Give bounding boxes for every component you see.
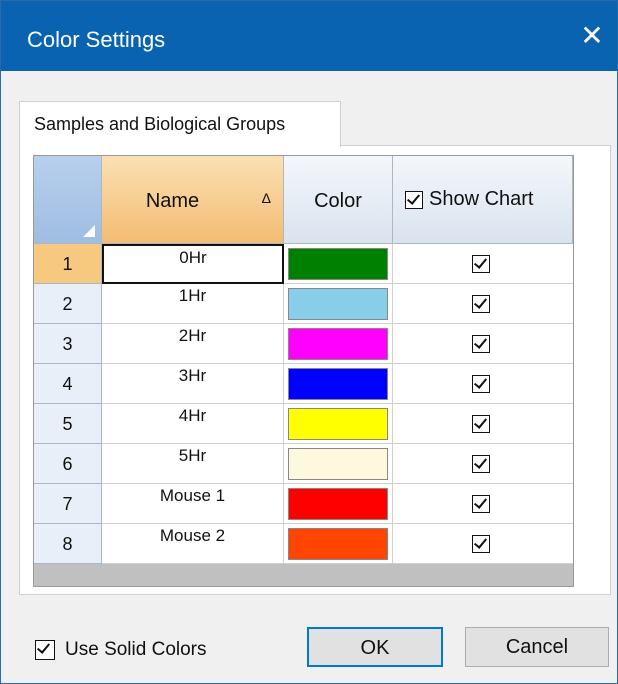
row-number[interactable]: 4 bbox=[34, 364, 102, 404]
show-chart-checkbox[interactable] bbox=[472, 495, 490, 513]
show-chart-cell bbox=[393, 524, 573, 564]
color-cell[interactable] bbox=[284, 484, 393, 524]
row-number[interactable]: 1 bbox=[34, 244, 102, 284]
name-cell[interactable]: 4Hr bbox=[102, 404, 284, 444]
color-swatch[interactable] bbox=[288, 368, 388, 400]
show-chart-label: Show Chart bbox=[429, 188, 534, 211]
color-swatch[interactable] bbox=[288, 248, 388, 280]
color-cell[interactable] bbox=[284, 444, 393, 484]
show-chart-column-header[interactable]: Show Chart bbox=[393, 156, 573, 244]
use-solid-colors-option[interactable]: Use Solid Colors bbox=[35, 639, 207, 661]
ok-button[interactable]: OK bbox=[307, 627, 443, 667]
color-cell[interactable] bbox=[284, 524, 393, 564]
color-header-label: Color bbox=[314, 190, 362, 212]
row-number[interactable]: 5 bbox=[34, 404, 102, 444]
show-chart-cell bbox=[393, 404, 573, 444]
color-column-header[interactable]: Color bbox=[284, 156, 393, 244]
show-chart-all-checkbox[interactable] bbox=[405, 190, 423, 209]
show-chart-cell bbox=[393, 284, 573, 324]
table-row[interactable]: 2 1Hr bbox=[34, 284, 573, 324]
color-swatch[interactable] bbox=[288, 288, 388, 320]
show-chart-checkbox[interactable] bbox=[472, 375, 490, 393]
show-chart-cell bbox=[393, 484, 573, 524]
color-swatch[interactable] bbox=[288, 528, 388, 560]
color-settings-dialog: Color Settings ✕ Samples and Biological … bbox=[0, 0, 618, 684]
color-swatch[interactable] bbox=[288, 448, 388, 480]
row-number[interactable]: 3 bbox=[34, 324, 102, 364]
use-solid-colors-checkbox[interactable] bbox=[35, 640, 55, 660]
table-row[interactable]: 5 4Hr bbox=[34, 404, 573, 444]
color-grid: Name Δ Color Show Chart 1 0Hr 2 1Hr 3 2Hr 4 3Hr… bbox=[33, 155, 574, 587]
name-header-label: Name bbox=[145, 190, 200, 212]
close-icon[interactable]: ✕ bbox=[577, 21, 607, 51]
color-swatch[interactable] bbox=[288, 488, 388, 520]
table-row[interactable]: 7 Mouse 1 bbox=[34, 484, 573, 524]
table-row[interactable]: 3 2Hr bbox=[34, 324, 573, 364]
color-cell[interactable] bbox=[284, 364, 393, 404]
name-cell[interactable]: 5Hr bbox=[102, 444, 284, 484]
name-cell[interactable]: 1Hr bbox=[102, 284, 284, 324]
table-row[interactable]: 1 0Hr bbox=[34, 244, 573, 284]
title-bar: Color Settings ✕ bbox=[1, 1, 617, 71]
tab-samples-groups[interactable]: Samples and Biological Groups bbox=[19, 101, 341, 147]
show-chart-checkbox[interactable] bbox=[472, 255, 490, 273]
table-row[interactable]: 8 Mouse 2 bbox=[34, 524, 573, 564]
row-number[interactable]: 7 bbox=[34, 484, 102, 524]
show-chart-checkbox[interactable] bbox=[472, 335, 490, 353]
show-chart-cell bbox=[393, 364, 573, 404]
show-chart-cell bbox=[393, 444, 573, 484]
show-chart-checkbox[interactable] bbox=[472, 535, 490, 553]
color-cell[interactable] bbox=[284, 324, 393, 364]
row-number[interactable]: 8 bbox=[34, 524, 102, 564]
sort-ascending-icon: Δ bbox=[261, 190, 271, 206]
show-chart-cell bbox=[393, 324, 573, 364]
show-chart-checkbox[interactable] bbox=[472, 415, 490, 433]
color-cell[interactable] bbox=[284, 284, 393, 324]
show-chart-checkbox[interactable] bbox=[472, 455, 490, 473]
color-swatch[interactable] bbox=[288, 408, 388, 440]
name-cell[interactable]: 2Hr bbox=[102, 324, 284, 364]
cancel-button[interactable]: Cancel bbox=[465, 627, 609, 667]
name-column-header[interactable]: Name Δ bbox=[102, 156, 284, 244]
show-chart-cell bbox=[393, 244, 573, 284]
name-cell[interactable]: Mouse 2 bbox=[102, 524, 284, 564]
color-swatch[interactable] bbox=[288, 328, 388, 360]
use-solid-colors-label: Use Solid Colors bbox=[65, 639, 207, 660]
color-cell[interactable] bbox=[284, 244, 393, 284]
name-cell[interactable]: Mouse 1 bbox=[102, 484, 284, 524]
table-row[interactable]: 4 3Hr bbox=[34, 364, 573, 404]
tab-label: Samples and Biological Groups bbox=[34, 114, 286, 134]
show-chart-checkbox[interactable] bbox=[472, 295, 490, 313]
row-number[interactable]: 6 bbox=[34, 444, 102, 484]
dialog-title: Color Settings bbox=[27, 27, 166, 52]
name-cell[interactable]: 3Hr bbox=[102, 364, 284, 404]
row-number[interactable]: 2 bbox=[34, 284, 102, 324]
table-row[interactable]: 6 5Hr bbox=[34, 444, 573, 484]
name-cell[interactable]: 0Hr bbox=[102, 244, 284, 284]
color-cell[interactable] bbox=[284, 404, 393, 444]
